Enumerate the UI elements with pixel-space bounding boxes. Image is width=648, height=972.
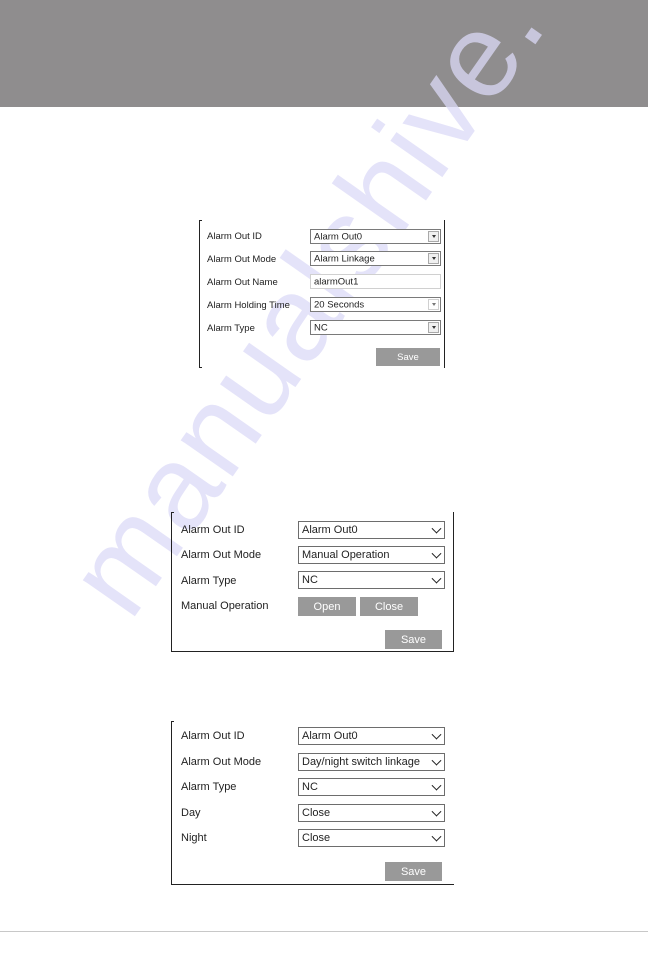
alarm-out-mode-select[interactable]: Alarm Linkage: [310, 251, 441, 266]
save-button[interactable]: Save: [376, 348, 440, 366]
alarm-out-id-label: Alarm Out ID: [207, 231, 262, 242]
alarm-out-name-value: alarmOut1: [314, 276, 359, 287]
chevron-down-icon: [431, 780, 442, 791]
night-value: Close: [302, 832, 331, 844]
alarm-out-id-label: Alarm Out ID: [181, 524, 245, 536]
alarm-out-mode-select[interactable]: Day/night switch linkage: [298, 753, 445, 771]
page-header-bar: [0, 0, 648, 107]
chevron-down-icon: [431, 806, 442, 817]
day-label: Day: [181, 807, 201, 819]
alarm-out-id-value: Alarm Out0: [302, 524, 358, 536]
footer-divider: [0, 931, 648, 932]
alarm-out-mode-label: Alarm Out Mode: [207, 254, 277, 265]
save-button[interactable]: Save: [385, 862, 442, 881]
alarm-type-label: Alarm Type: [181, 781, 237, 793]
alarm-type-select[interactable]: NC: [298, 778, 445, 796]
chevron-down-icon: [431, 755, 442, 766]
dropdown-arrow-icon: [428, 322, 439, 333]
alarm-out-name-label: Alarm Out Name: [207, 277, 278, 288]
alarm-out-mode-value: Alarm Linkage: [314, 253, 375, 264]
alarm-linkage-panel: Alarm Out ID Alarm Out0 Alarm Out Mode A…: [199, 220, 445, 370]
panel-border-bottom: [171, 884, 454, 885]
alarm-type-value: NC: [302, 781, 318, 793]
night-label: Night: [181, 832, 207, 844]
alarm-out-mode-label: Alarm Out Mode: [181, 756, 262, 768]
panel-border-bottom: [171, 651, 454, 652]
alarm-holding-time-label: Alarm Holding Time: [207, 300, 290, 311]
chevron-down-icon: [431, 523, 442, 534]
manual-operation-panel: Alarm Out ID Alarm Out0 Alarm Out Mode M…: [171, 512, 454, 652]
panel-border-left: [171, 512, 172, 651]
close-button[interactable]: Close: [360, 597, 418, 616]
panel-border-right: [453, 512, 454, 651]
chevron-down-icon: [431, 831, 442, 842]
alarm-out-id-label: Alarm Out ID: [181, 730, 245, 742]
alarm-out-id-select[interactable]: Alarm Out0: [298, 521, 445, 539]
alarm-out-mode-select[interactable]: Manual Operation: [298, 546, 445, 564]
alarm-type-label: Alarm Type: [181, 575, 237, 587]
alarm-out-mode-value: Manual Operation: [302, 549, 390, 561]
alarm-holding-time-select[interactable]: 20 Seconds: [310, 297, 441, 312]
day-value: Close: [302, 807, 331, 819]
panel-border-tick: [171, 721, 174, 722]
alarm-out-id-select[interactable]: Alarm Out0: [310, 229, 441, 244]
alarm-out-id-select[interactable]: Alarm Out0: [298, 727, 445, 745]
dropdown-arrow-icon: [428, 231, 439, 242]
chevron-down-icon: [431, 729, 442, 740]
panel-border-left: [199, 220, 200, 368]
save-button[interactable]: Save: [385, 630, 442, 649]
dropdown-arrow-icon: [428, 253, 439, 264]
alarm-out-mode-value: Day/night switch linkage: [302, 756, 421, 768]
alarm-type-label: Alarm Type: [207, 323, 255, 334]
chevron-down-icon: [431, 573, 442, 584]
alarm-out-id-value: Alarm Out0: [314, 231, 363, 242]
panel-border-tick: [171, 512, 174, 513]
day-night-linkage-panel: Alarm Out ID Alarm Out0 Alarm Out Mode D…: [171, 721, 454, 885]
chevron-down-icon: [431, 548, 442, 559]
alarm-type-select[interactable]: NC: [310, 320, 441, 335]
day-select[interactable]: Close: [298, 804, 445, 822]
panel-border-right: [444, 220, 445, 368]
alarm-holding-time-value: 20 Seconds: [314, 299, 365, 310]
panel-border-tick: [199, 367, 202, 368]
panel-border-tick: [199, 220, 202, 221]
manual-operation-label: Manual Operation: [181, 600, 269, 612]
alarm-out-name-input[interactable]: alarmOut1: [310, 274, 441, 289]
alarm-type-value: NC: [314, 322, 328, 333]
night-select[interactable]: Close: [298, 829, 445, 847]
alarm-type-value: NC: [302, 574, 318, 586]
open-button[interactable]: Open: [298, 597, 356, 616]
alarm-out-id-value: Alarm Out0: [302, 730, 358, 742]
panel-border-left: [171, 721, 172, 884]
alarm-out-mode-label: Alarm Out Mode: [181, 549, 262, 561]
alarm-type-select[interactable]: NC: [298, 571, 445, 589]
chevron-down-icon: [428, 299, 439, 310]
